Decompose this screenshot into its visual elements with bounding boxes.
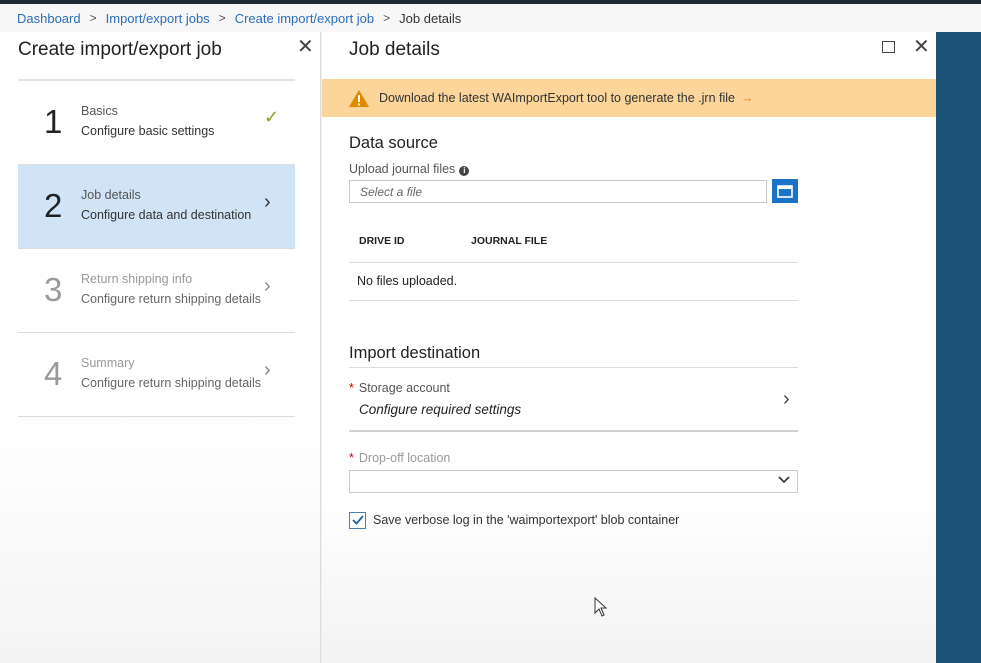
breadcrumb-current: Job details <box>399 10 462 26</box>
create-job-blade: Create import/export job ✕ 1 Basics Conf… <box>0 32 321 663</box>
column-drive-id: DRIVE ID <box>359 235 405 247</box>
chevron-right-icon: › <box>264 275 271 297</box>
verbose-log-label: Save verbose log in the 'waimportexport'… <box>373 513 680 527</box>
breadcrumb-separator: > <box>89 11 97 25</box>
step-title: Return shipping info <box>81 272 193 286</box>
blade-title: Create import/export job <box>18 39 222 60</box>
step-basics[interactable]: 1 Basics Configure basic settings ✓ <box>18 81 295 165</box>
chevron-right-icon: › <box>783 388 790 410</box>
step-number: 1 <box>44 103 63 140</box>
step-number: 2 <box>44 187 63 224</box>
step-number: 4 <box>44 355 63 392</box>
chevron-down-icon <box>778 473 790 487</box>
verbose-log-checkbox[interactable] <box>349 511 366 529</box>
browse-folder-button[interactable] <box>772 179 798 203</box>
mouse-pointer-icon <box>594 597 608 617</box>
close-icon[interactable]: ✕ <box>297 37 314 57</box>
step-subtitle: Configure basic settings <box>81 124 215 138</box>
storage-account-selector[interactable]: * Storage account Configure required sett… <box>349 367 798 432</box>
column-journal-file: JOURNAL FILE <box>471 235 548 247</box>
step-return-shipping[interactable]: 3 Return shipping info Configure return … <box>18 249 295 333</box>
step-title: Basics <box>81 104 118 118</box>
dropoff-label-text: Drop-off location <box>358 451 451 465</box>
step-title: Summary <box>81 356 135 370</box>
breadcrumb-import-export-jobs[interactable]: Import/export jobs <box>106 11 210 26</box>
job-details-blade: Job details ✕ Download the latest WAImpo… <box>322 32 936 663</box>
breadcrumb-separator: > <box>383 11 391 25</box>
step-job-details[interactable]: 2 Job details Configure data and destina… <box>18 165 295 249</box>
storage-account-label: * Storage account <box>349 381 450 395</box>
blade-title: Job details <box>349 39 440 60</box>
breadcrumb: Dashboard > Import/export jobs > Create … <box>0 4 981 32</box>
import-destination-heading: Import destination <box>349 344 481 362</box>
breadcrumb-separator: > <box>218 11 226 25</box>
step-subtitle: Configure return shipping details <box>81 376 261 390</box>
maximize-icon[interactable] <box>882 41 895 53</box>
chevron-right-icon: › <box>264 191 271 213</box>
warning-text: Download the latest WAImportExport tool … <box>379 91 735 105</box>
storage-account-label-text: Storage account <box>358 381 450 395</box>
upload-label: Upload journal files i <box>349 162 470 176</box>
checkmark-icon: ✓ <box>264 107 280 127</box>
checkmark-icon <box>351 515 364 525</box>
step-title: Job details <box>81 188 141 202</box>
files-table-empty: No files uploaded. <box>349 263 798 301</box>
upload-label-text: Upload journal files <box>349 162 456 176</box>
step-summary[interactable]: 4 Summary Configure return shipping deta… <box>18 333 295 417</box>
warning-icon <box>349 89 369 107</box>
file-select-input[interactable]: Select a file <box>349 180 767 203</box>
step-subtitle: Configure data and destination <box>81 208 252 222</box>
arrow-right-icon: → <box>740 91 754 105</box>
required-marker: * <box>349 381 354 395</box>
dropoff-label: * Drop-off location <box>349 451 450 465</box>
files-table-header: DRIVE ID JOURNAL FILE <box>349 225 798 263</box>
step-subtitle: Configure return shipping details <box>81 292 261 306</box>
storage-account-value: Configure required settings <box>359 402 522 417</box>
verbose-log-row: Save verbose log in the 'waimportexport'… <box>349 510 679 530</box>
dropoff-location-select[interactable] <box>349 470 798 493</box>
close-icon[interactable]: ✕ <box>913 37 930 57</box>
step-number: 3 <box>44 271 63 308</box>
info-icon[interactable]: i <box>459 166 470 176</box>
warning-banner[interactable]: Download the latest WAImportExport tool … <box>322 79 936 117</box>
breadcrumb-create-job[interactable]: Create import/export job <box>235 11 374 26</box>
data-source-heading: Data source <box>349 134 438 152</box>
breadcrumb-dashboard[interactable]: Dashboard <box>17 11 81 26</box>
chevron-right-icon: › <box>264 359 271 381</box>
folder-icon <box>777 184 793 198</box>
background-portal-edge <box>936 32 981 663</box>
required-marker: * <box>349 451 354 465</box>
